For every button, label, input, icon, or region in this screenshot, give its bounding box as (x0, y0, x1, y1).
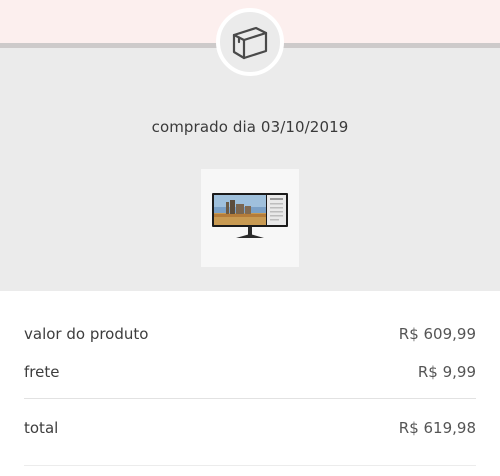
total-label: total (24, 419, 59, 437)
box-icon (228, 20, 272, 64)
purchase-date: comprado dia 03/10/2019 (0, 118, 500, 136)
shipping-value: R$ 9,99 (417, 363, 476, 381)
order-summary: valor do produto R$ 609,99 frete R$ 9,99… (0, 291, 500, 476)
product-value-label: valor do produto (24, 325, 149, 343)
purchase-date-label: comprado dia 03/10/2019 (151, 118, 349, 136)
product-value: R$ 609,99 (398, 325, 476, 343)
summary-divider (24, 398, 476, 399)
product-value-row: valor do produto R$ 609,99 (24, 325, 476, 343)
summary-bottom-divider (24, 465, 476, 466)
monitor-image (212, 192, 288, 244)
order-badge (216, 8, 284, 76)
shipping-label: frete (24, 363, 60, 381)
total-value: R$ 619,98 (398, 419, 476, 437)
total-row: total R$ 619,98 (24, 419, 476, 437)
shipping-row: frete R$ 9,99 (24, 363, 476, 381)
product-thumbnail[interactable] (201, 169, 299, 267)
